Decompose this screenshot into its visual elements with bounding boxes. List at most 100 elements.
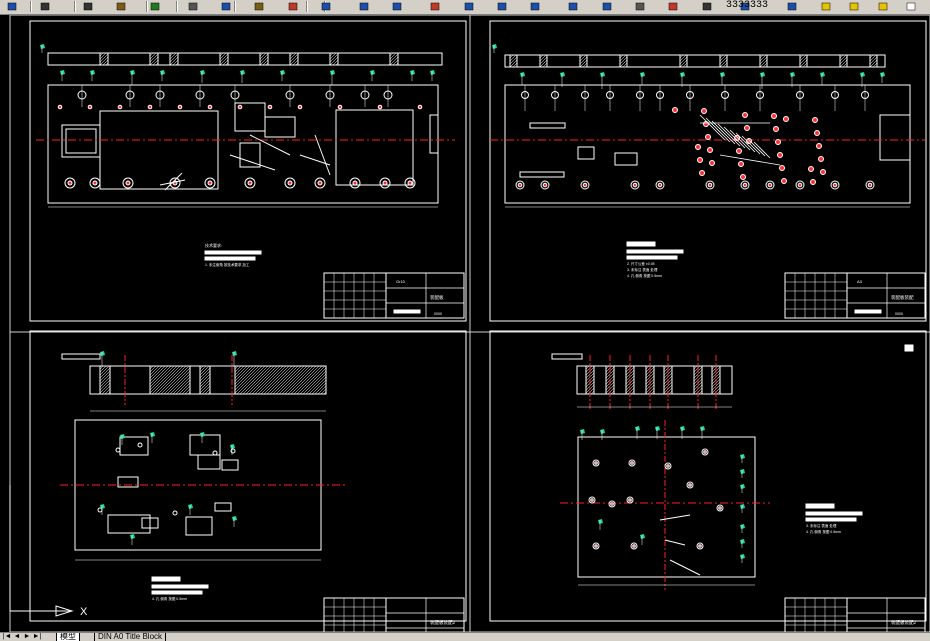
hole-circle xyxy=(709,160,715,166)
hole-circle xyxy=(117,104,123,110)
hole-circle xyxy=(695,144,701,150)
tool-palettes-icon[interactable] xyxy=(633,0,648,13)
drawing-line xyxy=(154,365,184,395)
hole-circle xyxy=(867,182,873,188)
design-center-icon[interactable] xyxy=(599,0,614,13)
hole-circle xyxy=(832,182,838,188)
drawing-rect xyxy=(197,454,221,470)
drawing-line xyxy=(102,59,109,66)
undo-icon[interactable] xyxy=(357,0,371,13)
drawing-line xyxy=(149,365,157,373)
zoom-window-icon[interactable] xyxy=(495,0,510,13)
drawing-line xyxy=(169,373,191,395)
dimension-arrow xyxy=(640,534,645,539)
cut-icon[interactable] xyxy=(185,0,200,13)
drawing-line xyxy=(719,56,728,65)
drawing-line xyxy=(711,365,719,373)
paste-icon[interactable] xyxy=(252,0,267,13)
dimension-arrow xyxy=(120,434,125,439)
drawing-line xyxy=(284,365,314,395)
drawing-line xyxy=(262,59,269,66)
drawing-line xyxy=(199,382,211,394)
drawing-line xyxy=(99,367,111,379)
drawing-text: 3. 未标注 表面 处理 xyxy=(806,523,837,528)
hole-circle xyxy=(417,104,423,110)
dimension-arrow xyxy=(232,516,237,521)
drawing-rect xyxy=(854,309,882,314)
drawing-line xyxy=(693,365,701,373)
drawing-line xyxy=(172,59,179,66)
match-properties-icon[interactable] xyxy=(285,0,300,13)
drawing-line xyxy=(679,56,688,65)
print-icon[interactable] xyxy=(38,0,53,13)
dimension-arrow xyxy=(560,72,565,77)
dimension-arrow xyxy=(860,72,865,77)
drawing-rect xyxy=(65,128,97,154)
publish-icon[interactable] xyxy=(114,0,129,13)
model-space-svg[interactable]: 技术要求: 1. 未注倒角 按技术要求 加工 Gr10 装配板 0000 2. 尺寸公差 … xyxy=(0,14,930,641)
redo-icon[interactable] xyxy=(390,0,405,13)
hole-circle xyxy=(172,510,178,516)
drawing-text: 1. 未注倒角 按技术要求 加工 xyxy=(205,262,250,267)
current-layer-name[interactable]: 3333333 xyxy=(726,0,768,11)
dimension-arrow xyxy=(580,429,585,434)
dimension-arrow xyxy=(740,454,745,459)
hole-circle xyxy=(207,180,213,186)
calculator-icon[interactable] xyxy=(699,0,714,13)
hole-circle xyxy=(125,180,131,186)
layer-properties-icon[interactable] xyxy=(785,0,800,13)
dimension-arrow xyxy=(430,70,435,75)
drawing-line xyxy=(314,382,327,395)
drawing-line xyxy=(389,52,397,60)
sheet-set-icon[interactable] xyxy=(666,0,681,13)
hole-circle xyxy=(377,104,383,110)
drawing-line xyxy=(645,365,653,373)
save-icon[interactable] xyxy=(4,0,19,13)
plot-icon[interactable] xyxy=(147,0,162,13)
layer-freeze-icon[interactable] xyxy=(847,0,862,13)
drawing-line xyxy=(199,367,211,379)
hole-circle xyxy=(287,180,293,186)
drawing-line xyxy=(104,388,111,395)
properties-icon[interactable] xyxy=(566,0,581,13)
dimension-arrow xyxy=(790,72,795,77)
dimension-arrow xyxy=(740,539,745,544)
drawing-line xyxy=(199,365,207,373)
drawing-rect xyxy=(9,331,471,633)
drawing-line xyxy=(289,52,297,60)
hole-circle xyxy=(666,464,670,468)
hole-circle xyxy=(237,104,243,110)
drawing-line xyxy=(169,52,177,60)
drawing-line xyxy=(647,387,655,395)
drawing-line xyxy=(719,59,728,68)
drawing-text: 3. 未标注 表面 处理 xyxy=(627,267,658,272)
drawing-line xyxy=(320,388,327,395)
drawing-line xyxy=(665,387,673,395)
layer-color-icon[interactable] xyxy=(904,0,919,13)
drawing-line xyxy=(713,387,721,395)
drawing-line xyxy=(222,59,229,66)
drawing-rect xyxy=(99,110,219,190)
layer-lock-icon[interactable] xyxy=(875,0,890,13)
drawing-rect xyxy=(805,517,857,522)
drawing-line xyxy=(257,365,287,395)
preview-icon[interactable] xyxy=(80,0,95,13)
drawing-line xyxy=(199,376,211,388)
dimension-arrow xyxy=(720,72,725,77)
hole-circle xyxy=(797,182,803,188)
zoom-realtime-icon[interactable] xyxy=(461,0,476,13)
layer-on-icon[interactable] xyxy=(818,0,833,13)
drawing-text: 装配板装配 xyxy=(891,294,914,301)
hole-circle xyxy=(382,180,388,186)
drawing-line xyxy=(239,365,269,395)
zoom-previous-icon[interactable] xyxy=(528,0,543,13)
copy-icon[interactable] xyxy=(218,0,233,13)
pan-icon[interactable] xyxy=(428,0,443,13)
block-editor-icon[interactable] xyxy=(318,0,333,13)
drawing-rect xyxy=(221,459,239,471)
drawing-line xyxy=(669,559,701,576)
drawing-rect xyxy=(29,330,467,622)
drawing-line xyxy=(311,379,327,395)
drawing-canvas[interactable]: 技术要求: 1. 未注倒角 按技术要求 加工 Gr10 装配板 0000 2. 尺寸公差 … xyxy=(0,14,930,641)
drawing-rect xyxy=(904,344,914,352)
